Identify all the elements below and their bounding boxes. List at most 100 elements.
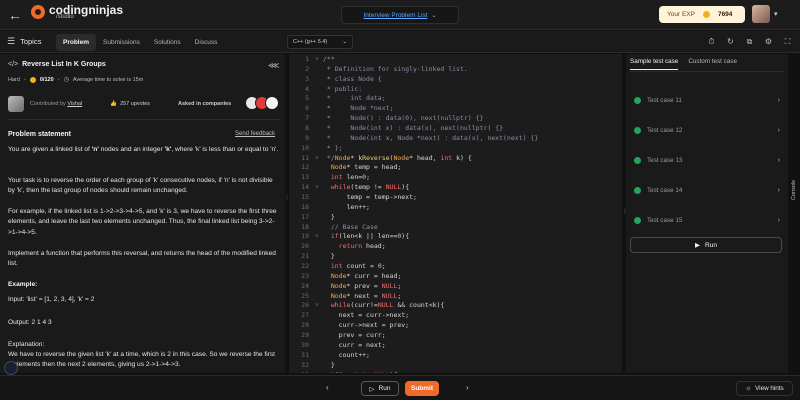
- thumbs-up-icon: 👍: [110, 101, 118, 107]
- topics-button[interactable]: ☰ Topics: [7, 36, 41, 47]
- code-line[interactable]: 12 Node* temp = head;: [289, 163, 622, 173]
- code-line[interactable]: 22 int count = 0;: [289, 262, 622, 272]
- share-icon[interactable]: ⋘: [268, 61, 279, 70]
- right-resize-handle[interactable]: ⋮: [622, 209, 628, 215]
- test-case-item[interactable]: Test case 14 ›: [634, 184, 780, 196]
- code-line[interactable]: 25 Node* next = NULL;: [289, 292, 622, 302]
- run-button[interactable]: ▷ Run: [361, 381, 399, 396]
- company-logos[interactable]: [245, 96, 279, 110]
- fullscreen-icon[interactable]: ⛶: [782, 36, 793, 47]
- fold-gutter: [315, 272, 323, 282]
- settings-icon[interactable]: ⚙: [763, 36, 774, 47]
- avg-time: Average time to solve is 15m: [72, 76, 144, 83]
- test-case-item[interactable]: Test case 11 ›: [634, 94, 780, 106]
- code-line[interactable]: 27 next = curr->next;: [289, 311, 622, 321]
- code-line[interactable]: 24 Node* prev = NULL;: [289, 282, 622, 292]
- code-line[interactable]: 11 ˅ */Node* kReverse(Node* head, int k) …: [289, 154, 622, 164]
- problem-list-dropdown[interactable]: Interview Problem List ⌄: [341, 6, 459, 24]
- code-line[interactable]: 10 * };: [289, 144, 622, 154]
- tab-sample-test-case[interactable]: Sample test case: [630, 58, 679, 70]
- code-line[interactable]: 23 Node* curr = head;: [289, 272, 622, 282]
- code-text: // Base Case: [323, 222, 378, 231]
- codingninjas-logo[interactable]: codingninjas: [31, 4, 123, 26]
- assistant-fab[interactable]: [4, 361, 18, 375]
- code-line[interactable]: 9 * Node(int x, Node *next) : data(x), n…: [289, 134, 622, 144]
- code-line[interactable]: 33˅ if(next != NULL){: [289, 371, 622, 374]
- line-number: 32: [301, 360, 309, 369]
- code-line[interactable]: 26 ˅ while(curr!=NULL && count<k){: [289, 301, 622, 311]
- previous-problem-icon[interactable]: ‹: [326, 383, 329, 392]
- fold-gutter: [315, 94, 323, 104]
- tab-custom-test-case[interactable]: Custom test case: [688, 58, 737, 70]
- code-line[interactable]: 16 len++;: [289, 203, 622, 213]
- statement-heading: Problem statement: [8, 131, 72, 138]
- send-feedback-link[interactable]: Send feedback: [235, 131, 275, 137]
- code-text: if(len<k || len==0){: [330, 232, 410, 241]
- code-text: }: [323, 212, 335, 221]
- copy-icon[interactable]: ⧉: [744, 36, 755, 47]
- run-tests-label: Run: [705, 241, 717, 249]
- code-line[interactable]: 7 * Node() : data(0), next(nullptr) {}: [289, 114, 622, 124]
- code-line[interactable]: 28 curr->next = prev;: [289, 321, 622, 331]
- code-text: * Node(int x) : data(x), next(nullptr) {…: [323, 124, 504, 133]
- exp-badge[interactable]: Your EXP 7694: [659, 6, 745, 23]
- test-tabs: Sample test case Custom test case: [630, 58, 737, 70]
- code-line[interactable]: 8 * Node(int x) : data(x), next(nullptr)…: [289, 124, 622, 134]
- code-line[interactable]: 31 count++;: [289, 351, 622, 361]
- run-tests-button[interactable]: ▶ Run: [630, 237, 782, 253]
- code-line[interactable]: 29 prev = curr;: [289, 331, 622, 341]
- code-line[interactable]: 20 return head;: [289, 242, 622, 252]
- fold-gutter: [315, 213, 323, 223]
- console-tab[interactable]: Console: [791, 180, 797, 200]
- line-number: 30: [301, 340, 309, 349]
- code-line[interactable]: 17 }: [289, 213, 622, 223]
- submit-button[interactable]: Submit: [405, 381, 439, 396]
- contributor-row: Contributed by Vishal 👍 257 upvotes Aske…: [8, 95, 278, 113]
- fold-gutter: ˅: [315, 55, 319, 63]
- code-line[interactable]: 21 }: [289, 252, 622, 262]
- tab-submissions[interactable]: Submissions: [96, 34, 147, 51]
- code-line[interactable]: 15 temp = temp->next;: [289, 193, 622, 203]
- contributor-link[interactable]: Vishal: [67, 101, 82, 107]
- test-case-item[interactable]: Test case 15 ›: [634, 214, 780, 226]
- tab-discuss[interactable]: Discuss: [188, 34, 225, 51]
- code-line[interactable]: 18 // Base Case: [289, 223, 622, 233]
- test-case-item[interactable]: Test case 12 ›: [634, 124, 780, 136]
- user-avatar[interactable]: [752, 5, 770, 23]
- code-text: Node* next = NULL;: [330, 291, 402, 300]
- code-line[interactable]: 1 ˅ /**: [289, 55, 622, 65]
- code-line[interactable]: 13 int len=0;: [289, 173, 622, 183]
- clock-icon: ◷: [63, 77, 69, 83]
- code-line[interactable]: 32 }: [289, 361, 622, 371]
- line-number: 6: [305, 104, 309, 113]
- code-line[interactable]: 6 * Node *next;: [289, 104, 622, 114]
- asked-in-label: Asked in companies: [178, 101, 232, 107]
- code-text: Node* curr = head;: [330, 271, 402, 280]
- code-text: * Node *next;: [323, 104, 394, 113]
- line-number: 15: [301, 193, 309, 202]
- code-line[interactable]: 30 curr = next;: [289, 341, 622, 351]
- check-circle-icon: [634, 156, 641, 164]
- left-resize-handle[interactable]: ⋮: [284, 195, 290, 201]
- tab-solutions[interactable]: Solutions: [147, 34, 188, 51]
- fold-gutter: [315, 124, 323, 134]
- next-problem-icon[interactable]: ›: [466, 383, 469, 392]
- code-editor[interactable]: 1 ˅ /** 2 * Definition for singly-linked li…: [289, 54, 622, 373]
- statement-p1: You are given a linked list of 'n' nodes…: [8, 145, 280, 155]
- code-line[interactable]: 19 ˅ if(len<k || len==0){: [289, 232, 622, 242]
- test-case-item[interactable]: Test case 13 ›: [634, 154, 780, 166]
- back-arrow-icon[interactable]: ←: [8, 7, 24, 23]
- code-line[interactable]: 2 * Definition for singly-linked list.: [289, 65, 622, 75]
- top-bar: ← codingninjas /studio Interview Problem…: [0, 0, 800, 30]
- timer-icon[interactable]: ⏱: [706, 36, 717, 47]
- code-line[interactable]: 14 ˅ while(temp != NULL){: [289, 183, 622, 193]
- language-select[interactable]: C++ (g++ 5.4) ⌄: [287, 35, 353, 49]
- upvotes[interactable]: 👍 257 upvotes: [110, 101, 150, 107]
- code-line[interactable]: 3 * class Node {: [289, 75, 622, 85]
- view-hints-button[interactable]: ☼ View hints: [736, 381, 793, 396]
- refresh-icon[interactable]: ↻: [725, 36, 736, 47]
- code-line[interactable]: 5 * int data;: [289, 94, 622, 104]
- avatar-chevron-down-icon[interactable]: ▾: [774, 10, 778, 18]
- tab-problem[interactable]: Problem: [56, 34, 97, 51]
- code-line[interactable]: 4 * public:: [289, 85, 622, 95]
